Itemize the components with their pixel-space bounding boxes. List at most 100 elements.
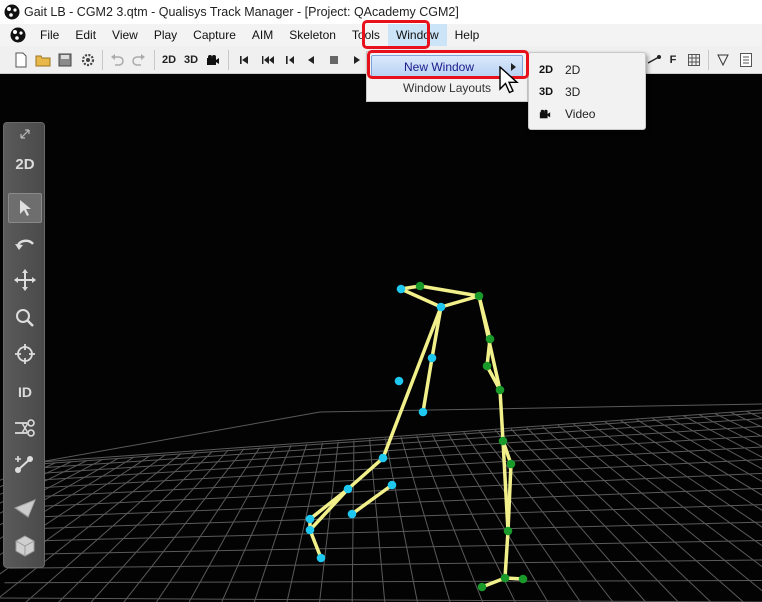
3d-viewport[interactable]: 2D ID <box>0 74 762 602</box>
marker-green[interactable] <box>506 459 516 469</box>
center-trajectory-tool-icon[interactable] <box>8 339 42 369</box>
grid-column-line <box>526 427 712 602</box>
window-title: Gait LB - CGM2 3.qtm - Qualisys Track Ma… <box>24 5 459 19</box>
menu-help[interactable]: Help <box>447 24 488 46</box>
marker-blue[interactable] <box>347 509 357 519</box>
marker-blue[interactable] <box>343 484 353 494</box>
grid-column-line <box>447 433 549 602</box>
skeleton-bone <box>350 483 394 516</box>
marker-green[interactable] <box>485 334 495 344</box>
select-arrow-tool-icon[interactable] <box>8 193 42 223</box>
window-layouts-label: Window Layouts <box>403 81 492 95</box>
palette-collapse-icon[interactable] <box>8 125 42 143</box>
3d-tool-palette: 2D ID <box>3 122 45 568</box>
marker-green[interactable] <box>518 574 528 584</box>
floor-grid <box>0 403 762 602</box>
save-icon[interactable] <box>56 51 74 69</box>
marker-blue[interactable] <box>436 302 446 312</box>
menu-play[interactable]: Play <box>146 24 185 46</box>
toolbar-f-button[interactable]: F <box>665 51 681 69</box>
grid-column-line <box>714 413 762 437</box>
grid-column-line <box>253 443 308 602</box>
create-bone-tool-icon[interactable] <box>8 449 42 479</box>
grid-column-line <box>589 422 762 547</box>
filter-icon[interactable] <box>715 51 731 69</box>
grid-column-line <box>541 426 744 602</box>
marker-green[interactable] <box>482 361 492 371</box>
translate-view-tool-icon[interactable] <box>8 265 42 295</box>
grid-row-line <box>34 435 762 481</box>
grid-row-line <box>0 597 762 602</box>
marker-blue[interactable] <box>427 353 437 363</box>
marker-blue[interactable] <box>396 284 406 294</box>
grid-column-line <box>156 447 261 602</box>
skeleton-bone <box>418 284 481 298</box>
grid-row-line <box>39 412 762 465</box>
zoom-tool-icon[interactable] <box>8 303 42 333</box>
marker-green[interactable] <box>477 582 487 592</box>
grid-column-line <box>400 436 451 602</box>
menu-aim[interactable]: AIM <box>244 24 281 46</box>
skeleton-bone <box>421 356 434 414</box>
cube-view-tool-icon[interactable] <box>8 531 42 561</box>
trajectory-tool-icon[interactable] <box>646 51 662 69</box>
new-file-icon[interactable] <box>12 51 30 69</box>
redo-icon[interactable] <box>130 51 148 69</box>
step-back-icon[interactable] <box>282 51 298 69</box>
play-backward-icon[interactable] <box>304 51 318 69</box>
menu-capture[interactable]: Capture <box>185 24 244 46</box>
marker-blue[interactable] <box>305 514 315 524</box>
menu-file[interactable]: File <box>32 24 67 46</box>
annotation-highlight-window-menu <box>362 20 430 49</box>
video-camera-icon[interactable] <box>204 51 222 69</box>
undo-icon[interactable] <box>108 51 126 69</box>
3d-scene <box>0 281 762 602</box>
marker-green[interactable] <box>415 281 425 291</box>
grid-column-line <box>698 414 762 448</box>
marker-blue[interactable] <box>378 453 388 463</box>
perspective-view-tool-icon[interactable] <box>8 493 42 523</box>
grid-view-icon[interactable] <box>686 51 702 69</box>
submenu-item-video[interactable]: Video <box>531 103 643 125</box>
skeleton-bone <box>498 388 505 443</box>
grid-column-line <box>351 440 355 602</box>
menu-view[interactable]: View <box>104 24 146 46</box>
rotate-view-tool-icon[interactable] <box>8 229 42 259</box>
marker-blue[interactable] <box>394 376 404 386</box>
grid-column-line <box>494 429 647 602</box>
grid-row-line <box>23 487 762 519</box>
marker-green[interactable] <box>474 291 484 301</box>
grid-column-line <box>319 441 339 602</box>
video-camera-icon <box>539 103 551 128</box>
marker-green[interactable] <box>503 526 513 536</box>
marker-green[interactable] <box>498 436 508 446</box>
play-forward-icon[interactable] <box>350 51 364 69</box>
qtm-menu-logo-icon[interactable] <box>10 27 26 43</box>
open-folder-icon[interactable] <box>34 51 52 69</box>
toolbar-2d-view-button[interactable]: 2D <box>159 51 179 69</box>
fast-rewind-icon[interactable] <box>258 51 278 69</box>
marker-green[interactable] <box>500 573 510 583</box>
marker-blue[interactable] <box>305 525 315 535</box>
cut-trajectory-tool-icon[interactable] <box>8 413 42 443</box>
marker-blue[interactable] <box>387 480 397 490</box>
toolbar-panel-icon[interactable] <box>738 51 754 69</box>
palette-2d-button[interactable]: 2D <box>8 149 42 179</box>
palette-id-button[interactable]: ID <box>8 377 42 407</box>
grid-column-line <box>416 435 484 602</box>
marker-blue[interactable] <box>316 553 326 563</box>
go-to-start-icon[interactable] <box>236 51 252 69</box>
menu-edit[interactable]: Edit <box>67 24 104 46</box>
submenu-item-2d[interactable]: 2D 2D <box>531 59 643 81</box>
marker-green[interactable] <box>495 385 505 395</box>
3d-view-icon: 3D <box>539 86 554 98</box>
skeleton-bone <box>503 529 510 580</box>
stop-icon[interactable] <box>326 51 342 69</box>
marker-blue[interactable] <box>418 407 428 417</box>
settings-gear-icon[interactable] <box>79 51 97 69</box>
qtm-app-icon <box>4 4 20 20</box>
menu-skeleton[interactable]: Skeleton <box>281 24 344 46</box>
toolbar-3d-view-button[interactable]: 3D <box>181 51 201 69</box>
submenu-item-3d[interactable]: 3D 3D <box>531 81 643 103</box>
submenu-3d-label: 3D <box>565 85 581 99</box>
